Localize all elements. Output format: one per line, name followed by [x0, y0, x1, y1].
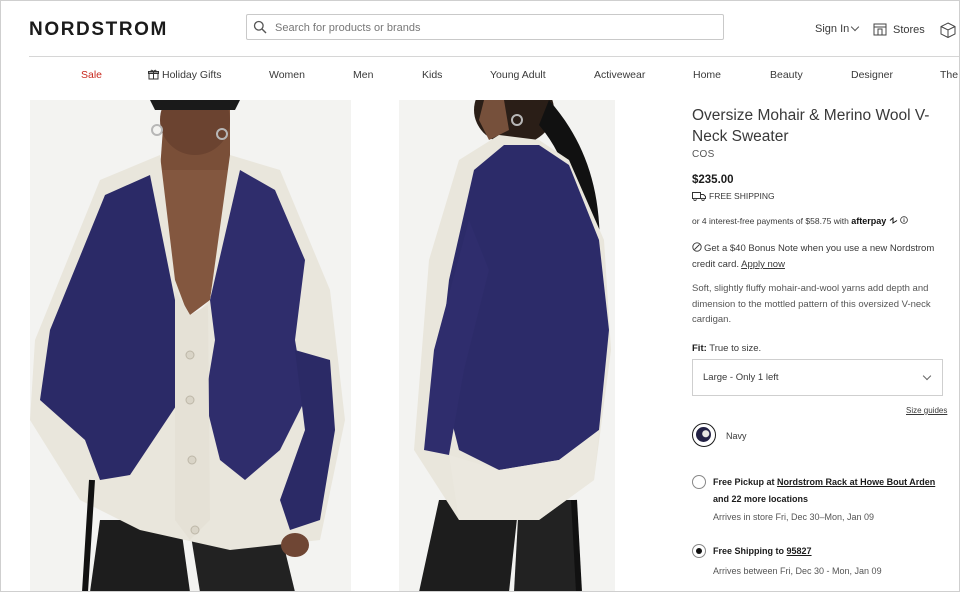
truck-icon — [692, 192, 706, 202]
fit-value: True to size. — [709, 343, 762, 354]
nav-item-designer[interactable]: Designer — [851, 69, 893, 81]
gift-icon — [148, 69, 159, 80]
apply-now-link[interactable]: Apply now — [741, 259, 785, 270]
pickup-prefix: Free Pickup at — [713, 477, 775, 487]
sign-in-button[interactable]: Sign In — [815, 22, 860, 35]
nav-item-home[interactable]: Home — [693, 69, 721, 81]
nav-item-men[interactable]: Men — [353, 69, 373, 81]
store-icon — [873, 23, 887, 36]
shipping-zip-link[interactable]: 95827 — [787, 546, 812, 556]
pickup-more-locations[interactable]: and 22 more locations — [713, 494, 808, 504]
stores-link[interactable]: Stores — [873, 22, 925, 36]
product-image-side[interactable] — [399, 100, 615, 591]
nav-item-beauty[interactable]: Beauty — [770, 69, 803, 81]
stores-label: Stores — [893, 24, 925, 36]
shipping-radio[interactable] — [692, 544, 706, 558]
nav-item-kids[interactable]: Kids — [422, 69, 442, 81]
nav-item-label: Holiday Gifts — [162, 69, 222, 81]
afterpay-loop-icon — [889, 216, 897, 224]
nav-item-women[interactable]: Women — [269, 69, 305, 81]
pickup-arrival: Arrives in store Fri, Dec 30–Mon, Jan 09 — [713, 512, 875, 522]
pickup-store-link[interactable]: Nordstrom Rack at Howe Bout Arden — [777, 477, 935, 487]
product-image-front[interactable] — [30, 100, 351, 591]
search-input[interactable] — [273, 18, 717, 38]
color-name: Navy — [726, 431, 747, 441]
search-icon — [253, 20, 267, 34]
product-description: Soft, slightly fluffy mohair-and-wool ya… — [692, 283, 931, 325]
chevron-down-icon — [851, 22, 860, 32]
shipping-option-line: Free Shipping to 95827 — [713, 546, 812, 556]
shipping-prefix: Free Shipping to — [713, 546, 784, 556]
product-title: Oversize Mohair & Merino Wool V-Neck Swe… — [692, 107, 930, 145]
chevron-down-icon — [922, 371, 932, 381]
nordstrom-logo[interactable]: NORDSTROM — [29, 19, 168, 41]
afterpay-info: or 4 interest-free payments of $58.75 wi… — [692, 216, 908, 226]
afterpay-logo: afterpay — [851, 216, 887, 226]
nordstrom-card-icon — [692, 242, 702, 252]
size-dropdown[interactable]: Large - Only 1 left — [692, 359, 943, 396]
info-icon[interactable] — [900, 216, 908, 224]
nav-item-young-adult[interactable]: Young Adult — [490, 69, 546, 81]
pickup-option-line1: Free Pickup at Nordstrom Rack at Howe Bo… — [713, 477, 935, 487]
afterpay-text: or 4 interest-free payments of $58.75 wi… — [692, 216, 849, 226]
page-frame: NORDSTROM Sign In Stores Sale — [0, 0, 960, 592]
fit-label: Fit: — [692, 343, 707, 354]
bonus-note-text: Get a $40 Bonus Note when you use a new … — [692, 243, 935, 270]
nav-item-activewear[interactable]: Activewear — [594, 69, 645, 81]
product-price: $235.00 — [692, 174, 734, 186]
header-divider — [29, 56, 959, 57]
pickup-radio[interactable] — [692, 475, 706, 489]
size-guides-link[interactable]: Size guides — [906, 406, 947, 415]
swatch-fill — [696, 427, 711, 442]
free-shipping-badge: FREE SHIPPING — [692, 191, 775, 202]
nav-item-holiday-gifts[interactable]: Holiday Gifts — [148, 69, 222, 81]
bonus-note-offer: Get a $40 Bonus Note when you use a new … — [692, 241, 947, 273]
color-swatch-navy[interactable] — [692, 423, 716, 447]
nav-item-the[interactable]: The — [940, 69, 958, 81]
fit-info: Fit: True to size. — [692, 343, 761, 354]
sign-in-label: Sign In — [815, 23, 850, 35]
search-bar[interactable] — [246, 14, 724, 40]
free-shipping-label: FREE SHIPPING — [709, 191, 775, 201]
shipping-arrival: Arrives between Fri, Dec 30 - Mon, Jan 0… — [713, 566, 882, 576]
brand-link[interactable]: COS — [692, 149, 715, 160]
size-selected-value: Large - Only 1 left — [703, 372, 779, 383]
nav-item-sale[interactable]: Sale — [81, 69, 102, 81]
shopping-bag-icon[interactable] — [940, 22, 956, 38]
